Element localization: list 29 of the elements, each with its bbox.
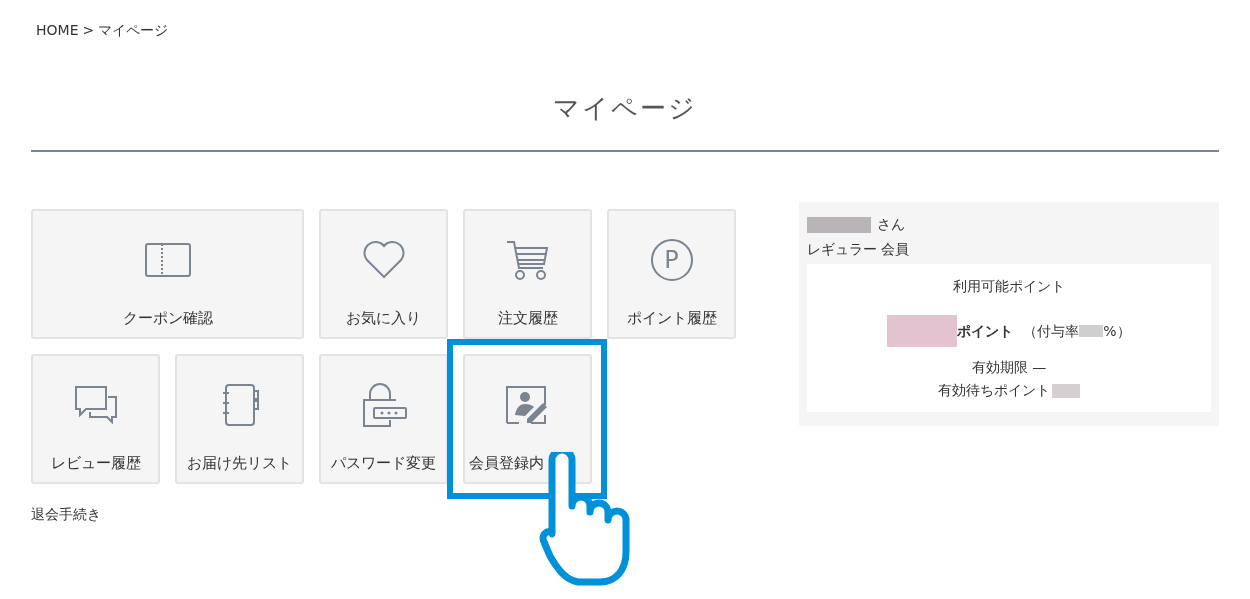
rate-percent: %） bbox=[1103, 321, 1131, 341]
menu-tile[interactable]: レビュー履歴 bbox=[31, 354, 160, 484]
heart-icon bbox=[361, 240, 406, 280]
points-icon: P bbox=[650, 239, 693, 281]
chat-icon bbox=[73, 385, 118, 425]
page-title: マイページ bbox=[553, 92, 697, 125]
redacted-block bbox=[887, 315, 958, 347]
menu-tile[interactable]: P ポイント履歴 bbox=[607, 209, 736, 339]
pending-points-label: 有効待ちポイント bbox=[938, 381, 1050, 400]
expiry-text: 有効期限 — bbox=[971, 358, 1047, 377]
member-rank: レギュラー 会員 bbox=[807, 240, 911, 259]
points-unit: ポイント bbox=[957, 321, 1014, 341]
breadcrumb-link[interactable]: マイページ bbox=[98, 20, 169, 41]
menu-tile[interactable]: クーポン確認 bbox=[31, 209, 304, 339]
points-title: 利用可能ポイント bbox=[953, 277, 1065, 296]
redacted-block bbox=[1052, 383, 1080, 398]
member-name-suffix: さん bbox=[877, 215, 905, 234]
menu-tile[interactable]: パスワード変更 bbox=[319, 354, 448, 484]
rate-label: （付与率 bbox=[1023, 321, 1080, 341]
breadcrumb-separator: > bbox=[82, 21, 95, 40]
breadcrumb-link[interactable]: HOME bbox=[36, 20, 79, 41]
cart-icon bbox=[505, 239, 550, 281]
menu-tile[interactable]: お気に入り bbox=[319, 209, 448, 339]
menu-tile[interactable]: お届け先リスト bbox=[175, 354, 304, 484]
withdraw-link[interactable]: 退会手続き bbox=[31, 504, 736, 525]
coupon-icon bbox=[143, 242, 192, 278]
redacted-block bbox=[807, 216, 871, 233]
redacted-block bbox=[1079, 325, 1104, 337]
menu-tile[interactable]: 注文履歴 bbox=[463, 209, 592, 339]
